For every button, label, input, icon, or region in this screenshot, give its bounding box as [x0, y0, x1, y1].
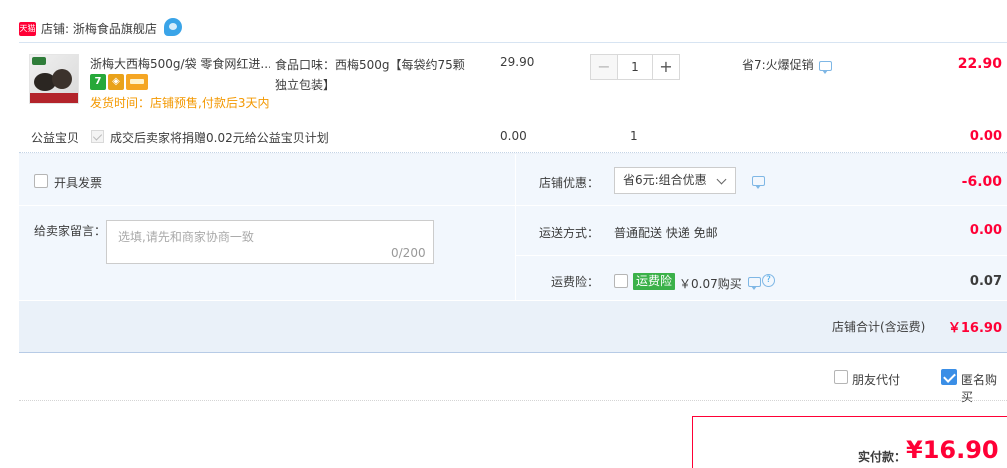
charity-price: 0.00	[500, 129, 527, 143]
qty-input[interactable]: 1	[618, 54, 652, 80]
shop-discount-select[interactable]: 省6元:组合优惠	[614, 167, 736, 194]
credit-card-icon	[126, 74, 148, 90]
tmall-badge: 天猫	[19, 22, 36, 36]
help-icon[interactable]: ?	[762, 274, 775, 287]
shop-total-label: 店铺合计(含运费)	[832, 320, 926, 334]
shield-icon: ◈	[108, 74, 124, 90]
insurance-label: 运费险：	[551, 275, 600, 289]
message-icon[interactable]	[748, 277, 761, 290]
ship-time-notice: 发货时间：店铺预售,付款后3天内	[90, 96, 270, 110]
charity-qty: 1	[630, 129, 638, 143]
chevron-down-icon	[716, 174, 727, 185]
message-icon[interactable]	[752, 176, 765, 189]
divider	[19, 400, 1007, 401]
shop-discount-amount: -6.00	[961, 174, 1002, 190]
seven-day-return-icon: 7	[90, 74, 106, 90]
memo-char-count: 0/200	[391, 246, 426, 260]
shop-discount-label: 店铺优惠：	[539, 176, 600, 190]
pay-label: 实付款：	[858, 450, 907, 464]
message-icon[interactable]	[819, 61, 832, 74]
shipping-amount: 0.00	[969, 223, 1002, 238]
product-thumbnail[interactable]	[29, 54, 79, 104]
service-icons: 7 ◈	[90, 74, 148, 90]
shop-discount-selected: 省6元:组合优惠	[623, 173, 707, 187]
pay-amount: ¥16.90	[906, 436, 999, 464]
quantity-stepper: − 1 +	[590, 54, 680, 80]
invoice-label[interactable]: 开具发票	[54, 174, 102, 191]
promo-label: 省7:火爆促销	[742, 58, 814, 72]
product-title[interactable]: 浙梅大西梅500g/袋 零食网红进...	[90, 55, 270, 72]
shipping-method: 普通配送 快递 免邮	[614, 226, 718, 240]
memo-placeholder: 选填,请先和商家协商一致	[118, 230, 254, 244]
anonymous-checkbox[interactable]	[941, 369, 957, 385]
insurance-price: ￥0.07购买	[679, 277, 742, 291]
unit-price: 29.90	[500, 55, 535, 69]
invoice-checkbox[interactable]	[34, 174, 48, 188]
charity-checkbox	[91, 130, 104, 143]
charity-description: 成交后卖家将捐赠0.02元给公益宝贝计划	[110, 131, 329, 145]
qty-plus-button[interactable]: +	[652, 54, 680, 80]
shop-name[interactable]: 店铺: 浙梅食品旗舰店	[41, 20, 157, 37]
friend-pay-checkbox[interactable]	[834, 370, 848, 384]
shipping-label: 运送方式：	[539, 226, 600, 240]
item-total: 22.90	[957, 56, 1002, 72]
charity-total: 0.00	[969, 129, 1002, 144]
chat-bubble-icon[interactable]	[164, 18, 182, 36]
qty-minus-button[interactable]: −	[590, 54, 618, 80]
friend-pay-label[interactable]: 朋友代付	[852, 371, 900, 388]
product-flavor: 食品口味：西梅500g【每袋约75颗独立包装】	[275, 58, 465, 92]
insurance-amount: 0.07	[969, 274, 1002, 289]
charity-label: 公益宝贝	[31, 131, 80, 145]
shop-total-amount: ￥16.90	[947, 321, 1002, 336]
insurance-badge: 运费险	[633, 273, 676, 290]
insurance-checkbox[interactable]	[614, 274, 628, 288]
memo-label: 给卖家留言：	[34, 224, 107, 238]
